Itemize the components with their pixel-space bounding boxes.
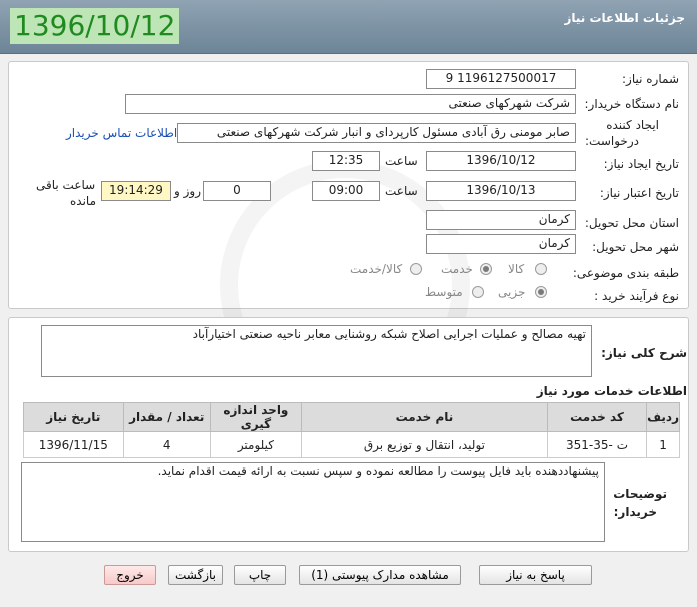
buyer-org-label: نام دستگاه خریدار:	[584, 97, 680, 111]
back-button[interactable]: بازگشت	[168, 565, 223, 585]
header-date: 1396/10/12	[10, 8, 180, 44]
category-option-service: خدمت	[441, 262, 473, 276]
create-date-label: تاریخ ایجاد نیاز:	[603, 157, 679, 171]
services-table: ردیف کد خدمت نام خدمت واحد اندازه گیری ت…	[23, 402, 680, 458]
cell-unit: کیلومتر	[209, 431, 303, 458]
summary-field: تهیه مصالح و عملیات اجرایی اصلاح شبکه رو…	[41, 325, 592, 377]
creator-label-2: درخواست:	[585, 134, 639, 148]
process-radio-medium[interactable]	[472, 286, 484, 298]
remaining-days-field: 0	[203, 181, 271, 201]
col-quantity: تعداد / مقدار	[122, 402, 211, 432]
create-time-label: ساعت	[385, 154, 418, 168]
col-row: ردیف	[646, 402, 680, 432]
reply-button[interactable]: پاسخ به نیاز	[479, 565, 592, 585]
category-option-goods: کالا	[508, 262, 525, 276]
buyer-notes-label-1: توضیحات	[613, 487, 667, 501]
services-table-header: ردیف کد خدمت نام خدمت واحد اندازه گیری ت…	[23, 402, 680, 432]
remaining-label-1: ساعت باقی	[36, 178, 96, 192]
city-label: شهر محل تحویل:	[592, 240, 679, 254]
cell-row: 1	[646, 431, 680, 458]
category-label: طبقه بندی موضوعی:	[572, 266, 679, 280]
category-option-goods-service: کالا/خدمت	[350, 262, 403, 276]
remaining-time-field: 19:14:29	[101, 181, 171, 201]
creator-field: صابر مومنی رق آبادی مسئول کارپردای و انب…	[177, 123, 576, 143]
need-number-label: شماره نیاز:	[622, 72, 679, 86]
process-radio-minor[interactable]	[535, 286, 547, 298]
process-label: نوع فرآیند خرید :	[594, 289, 679, 303]
need-number-field: 1196127500017 9	[426, 69, 576, 89]
buyer-notes-field: پیشنهاددهنده باید فایل پیوست را مطالعه ن…	[21, 462, 605, 542]
buyer-notes-label-2: خریدار:	[613, 505, 657, 519]
province-label: استان محل تحویل:	[584, 216, 679, 230]
contact-buyer-link[interactable]: اطلاعات تماس خریدار	[66, 126, 177, 140]
cell-service-name: تولید، انتقال و توزیع برق	[301, 431, 548, 458]
creator-label-1: ایجاد کننده	[606, 118, 659, 132]
cell-service-code: ت -35-351	[546, 431, 648, 458]
city-field: کرمان	[426, 234, 576, 254]
valid-date-field: 1396/10/13	[426, 181, 576, 201]
col-service-name: نام خدمت	[301, 402, 548, 432]
buyer-org-field: شرکت شهرکهای صنعتی	[125, 94, 576, 114]
valid-time-label: ساعت	[385, 184, 418, 198]
exit-button[interactable]: خروج	[104, 565, 156, 585]
services-section-title: اطلاعات خدمات مورد نیاز	[536, 384, 687, 398]
view-attachments-button[interactable]: مشاهده مدارک پیوستی (1)	[299, 565, 461, 585]
create-date-field: 1396/10/12	[426, 151, 576, 171]
create-time-field: 12:35	[312, 151, 380, 171]
remaining-label-2: مانده	[70, 194, 97, 208]
page-title: جزئیات اطلاعات نیاز	[564, 11, 685, 25]
process-option-minor: جزیی	[498, 285, 526, 299]
table-row: 1 ت -35-351 تولید، انتقال و توزیع برق کی…	[23, 431, 680, 458]
print-button[interactable]: چاپ	[234, 565, 286, 585]
process-option-medium: متوسط	[425, 285, 463, 299]
col-need-date: تاریخ نیاز	[23, 402, 124, 432]
valid-time-field: 09:00	[312, 181, 380, 201]
cell-need-date: 1396/11/15	[23, 431, 124, 458]
category-radio-service[interactable]	[480, 263, 492, 275]
col-unit: واحد اندازه گیری	[209, 402, 303, 432]
category-radio-goods-service[interactable]	[410, 263, 422, 275]
province-field: کرمان	[426, 210, 576, 230]
cell-quantity: 4	[122, 431, 211, 458]
valid-date-label: تاریخ اعتبار نیاز:	[599, 186, 679, 200]
category-radio-goods[interactable]	[535, 263, 547, 275]
summary-label: شرح کلی نیاز:	[601, 346, 687, 360]
days-label: روز و	[174, 184, 201, 198]
col-service-code: کد خدمت	[546, 402, 648, 432]
